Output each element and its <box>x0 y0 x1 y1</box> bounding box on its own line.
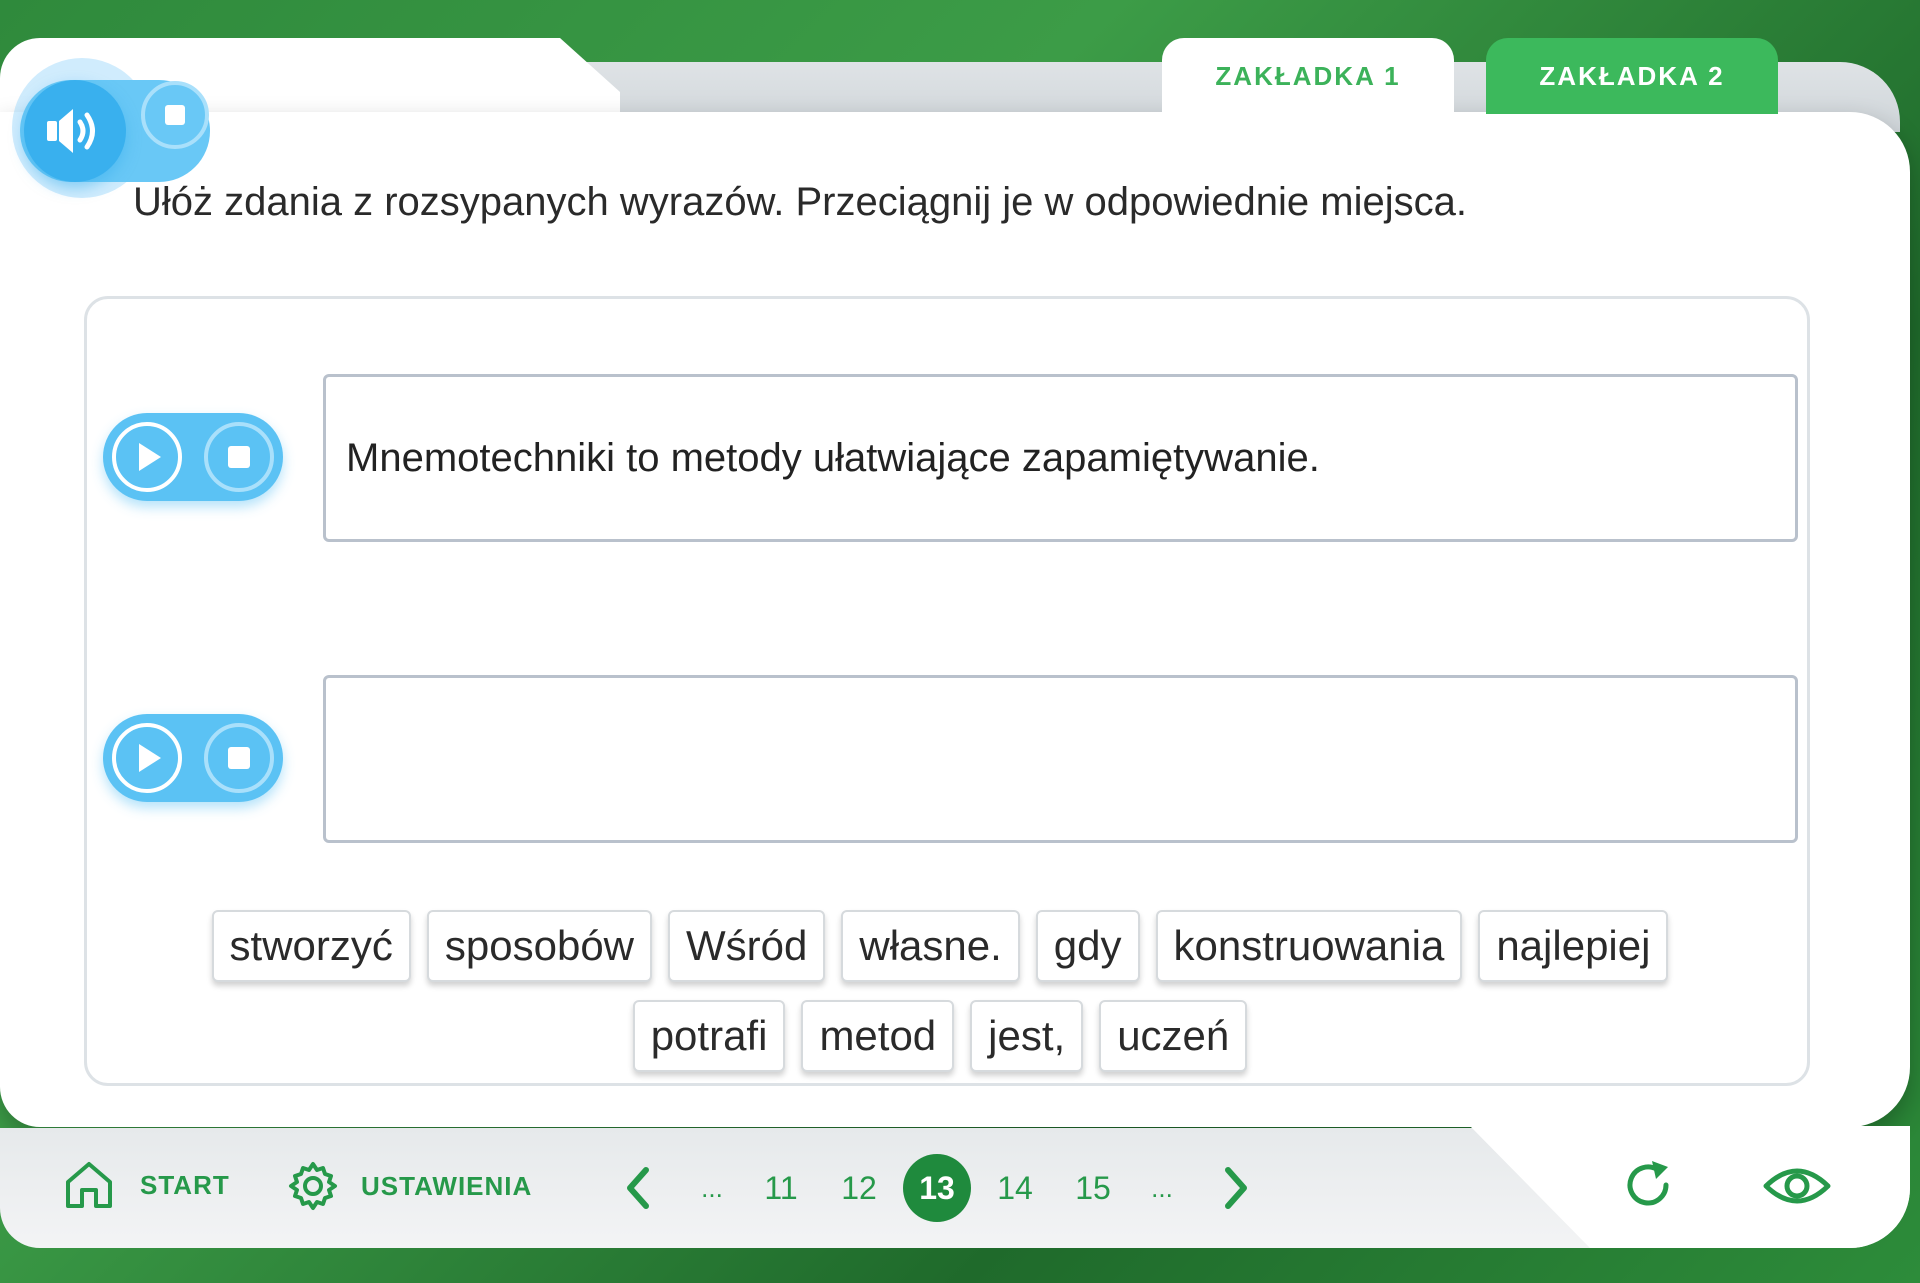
speaker-icon <box>47 109 95 153</box>
stop-icon <box>228 446 250 468</box>
reload-button[interactable] <box>1620 1157 1676 1218</box>
pager-ellipsis-left: ... <box>701 1172 723 1203</box>
sentence-1-play-button[interactable] <box>112 422 182 492</box>
chevron-right-icon <box>1225 1167 1247 1209</box>
page-12-button[interactable]: 12 <box>825 1154 893 1222</box>
word-tile[interactable]: konstruowania <box>1155 910 1463 982</box>
sentence-2-audio-player <box>103 714 283 802</box>
word-tile[interactable]: jest, <box>970 1000 1084 1072</box>
preview-button[interactable] <box>1762 1160 1832 1217</box>
play-icon <box>139 744 161 772</box>
sentence-2-dropzone[interactable] <box>323 675 1798 843</box>
reload-icon <box>1627 1161 1669 1206</box>
stop-icon <box>228 747 250 769</box>
page-15-button[interactable]: 15 <box>1059 1154 1127 1222</box>
word-tile[interactable]: własne. <box>841 910 1020 982</box>
eye-icon <box>1763 1168 1831 1204</box>
settings-label: USTAWIENIA <box>361 1170 533 1201</box>
word-bank: stworzyć sposobów Wśród własne. gdy kons… <box>160 910 1720 1072</box>
chevron-left-icon <box>627 1167 649 1209</box>
word-tile[interactable]: Wśród <box>668 910 826 982</box>
next-page-button[interactable] <box>1212 1166 1262 1210</box>
word-tile[interactable]: stworzyć <box>211 910 411 982</box>
sentence-1-audio-player <box>103 413 283 501</box>
page-13-button[interactable]: 13 <box>903 1154 971 1222</box>
tab-zakladka-1[interactable]: ZAKŁADKA 1 <box>1162 38 1454 114</box>
page-14-button[interactable]: 14 <box>981 1154 1049 1222</box>
word-tile[interactable]: potrafi <box>632 1000 786 1072</box>
prev-page-button[interactable] <box>612 1166 662 1210</box>
instruction-text: Ułóż zdania z rozsypanych wyrazów. Przec… <box>133 180 1467 224</box>
tab-zakladka-2[interactable]: ZAKŁADKA 2 <box>1486 38 1778 114</box>
instruction-stop-button[interactable] <box>141 81 209 149</box>
instruction-play-button[interactable] <box>24 80 126 182</box>
word-tile[interactable]: uczeń <box>1099 1000 1248 1072</box>
sentence-2-play-button[interactable] <box>112 723 182 793</box>
home-icon <box>66 1162 112 1208</box>
word-tile[interactable]: sposobów <box>426 910 653 982</box>
start-button[interactable]: START <box>62 1158 230 1212</box>
word-tile[interactable]: najlepiej <box>1478 910 1669 982</box>
word-tile[interactable]: gdy <box>1035 910 1140 982</box>
play-icon <box>139 443 161 471</box>
sentence-1-dropzone[interactable]: Mnemotechniki to metody ułatwiające zapa… <box>323 374 1798 542</box>
sentence-2-stop-button[interactable] <box>204 723 274 793</box>
page-11-button[interactable]: 11 <box>747 1154 815 1222</box>
sentence-1-text: Mnemotechniki to metody ułatwiające zapa… <box>346 435 1320 480</box>
pager-ellipsis-right: ... <box>1151 1172 1173 1203</box>
settings-button[interactable]: USTAWIENIA <box>287 1160 532 1212</box>
pagination: ... 11 12 13 14 15 ... <box>612 1153 1262 1223</box>
start-label: START <box>140 1169 230 1200</box>
sentence-1-stop-button[interactable] <box>204 422 274 492</box>
gear-icon <box>289 1162 337 1210</box>
word-tile[interactable]: metod <box>801 1000 955 1072</box>
stop-icon <box>165 105 185 125</box>
